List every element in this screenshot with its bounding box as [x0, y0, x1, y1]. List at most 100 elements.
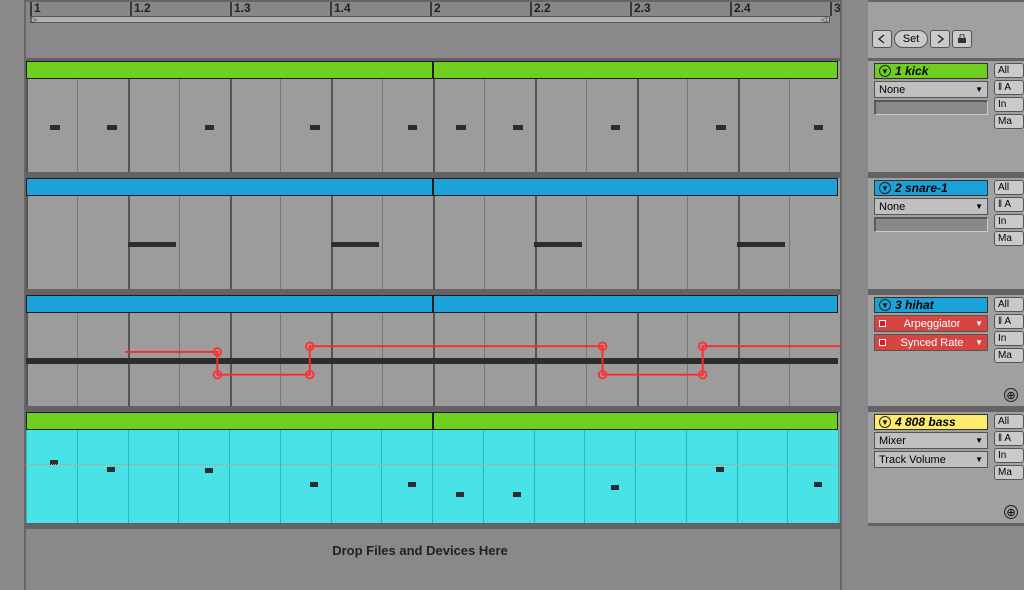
io-button-2[interactable]: In: [994, 97, 1024, 112]
midi-note[interactable]: [737, 242, 786, 247]
ruler-label: 2.3: [634, 1, 651, 15]
midi-note[interactable]: [716, 125, 726, 130]
io-button-0[interactable]: All: [994, 414, 1024, 429]
midi-note[interactable]: [814, 125, 824, 130]
io-button-3[interactable]: Ma: [994, 231, 1024, 246]
midi-note[interactable]: [716, 467, 724, 472]
track-panel-hihat: 3 hihat Arpeggiator ▼ Synced Rate▼ All ‖ A In M…: [868, 295, 1024, 406]
track-header-bass[interactable]: 4 808 bass: [874, 414, 988, 430]
ruler-tick: [430, 2, 432, 16]
midi-note[interactable]: [50, 125, 60, 130]
clip-bass[interactable]: [26, 412, 838, 430]
io-button-3[interactable]: Ma: [994, 114, 1024, 129]
io-button-0[interactable]: All: [994, 180, 1024, 195]
add-automation-lane-button[interactable]: ⊕: [1004, 388, 1018, 402]
param-value-box[interactable]: [874, 217, 988, 232]
lock-locators-button[interactable]: [952, 30, 972, 48]
midi-note[interactable]: [205, 468, 213, 473]
param-chooser-bass[interactable]: Track Volume▼: [874, 451, 988, 468]
midi-bar: [26, 358, 838, 364]
set-locator-button[interactable]: Set: [894, 30, 928, 48]
chevron-down-icon: ▼: [975, 455, 983, 464]
track-panel-bass: 4 808 bassMixer▼Track Volume▼All‖ AInMa⊕: [868, 412, 1024, 523]
midi-note[interactable]: [408, 125, 418, 130]
midi-note[interactable]: [107, 467, 115, 472]
io-button-2[interactable]: In: [994, 214, 1024, 229]
device-chooser-hihat[interactable]: Arpeggiator ▼: [874, 315, 988, 332]
io-button-3[interactable]: Ma: [994, 465, 1024, 480]
overview-scroll-left-icon[interactable]: ▷: [31, 17, 39, 22]
midi-note[interactable]: [456, 125, 466, 130]
arrangement-overview-scrollbar[interactable]: ▷ ◁: [30, 16, 830, 23]
midi-note[interactable]: [128, 242, 177, 247]
timeline-ruler[interactable]: 11.21.31.422.22.32.43: [0, 2, 868, 16]
midi-note[interactable]: [205, 125, 215, 130]
overview-scroll-right-icon[interactable]: ◁: [821, 17, 829, 22]
device-chooser-label: None: [879, 201, 905, 213]
midi-note[interactable]: [310, 125, 320, 130]
midi-note[interactable]: [331, 242, 380, 247]
ruler-label: 1.3: [234, 1, 251, 15]
ruler-label: 1: [34, 1, 41, 15]
io-button-2[interactable]: In: [994, 331, 1024, 346]
track-title-label: 4 808 bass: [895, 415, 956, 429]
io-button-1[interactable]: ‖ A: [994, 431, 1024, 446]
arrangement-tracks-area: 1 kickNone▼All‖ AInMa2 snare-1None▼All‖ …: [0, 58, 1024, 571]
clip-content-bass[interactable]: [26, 430, 838, 523]
clip-kick[interactable]: [26, 61, 838, 79]
chevron-down-icon: ▼: [975, 319, 983, 328]
midi-note[interactable]: [310, 482, 318, 487]
clip-hihat[interactable]: [26, 295, 838, 313]
ruler-label: 1.2: [134, 1, 151, 15]
midi-note[interactable]: [408, 482, 416, 487]
clip-snare[interactable]: [26, 178, 838, 196]
add-automation-lane-button[interactable]: ⊕: [1004, 505, 1018, 519]
track-title-label: 2 snare-1: [895, 181, 948, 195]
midi-note[interactable]: [456, 492, 464, 497]
chevron-down-icon: ▼: [975, 436, 983, 445]
track-title-label: 1 kick: [895, 64, 928, 78]
track-fold-toggle[interactable]: [879, 299, 891, 311]
midi-note[interactable]: [534, 242, 583, 247]
io-button-0[interactable]: All: [994, 297, 1024, 312]
arrow-right-icon: [935, 34, 945, 44]
param-value-box[interactable]: [874, 100, 988, 115]
ruler-label: 2: [434, 1, 441, 15]
track-panel-kick: 1 kick None▼ All ‖ A In Ma: [868, 61, 1024, 172]
track-fold-toggle[interactable]: [879, 416, 891, 428]
midi-note[interactable]: [814, 482, 822, 487]
ruler-tick: [630, 2, 632, 16]
device-chooser-bass[interactable]: Mixer ▼: [874, 432, 988, 449]
device-chooser-label: Mixer: [879, 435, 906, 447]
track-fold-toggle[interactable]: [879, 182, 891, 194]
midi-note[interactable]: [107, 125, 117, 130]
ruler-tick: [830, 2, 832, 16]
io-button-1[interactable]: ‖ A: [994, 80, 1024, 95]
automation-dotted-line: [26, 464, 838, 465]
prev-locator-button[interactable]: [872, 30, 892, 48]
track-header-kick[interactable]: 1 kick: [874, 63, 988, 79]
device-chooser-label: Arpeggiator: [904, 318, 961, 330]
arrangement-left-gutter: [0, 0, 26, 590]
io-button-1[interactable]: ‖ A: [994, 314, 1024, 329]
transport-set-bar: Set: [872, 30, 972, 48]
track-header-snare[interactable]: 2 snare-1: [874, 180, 988, 196]
io-button-2[interactable]: In: [994, 448, 1024, 463]
ruler-label: 2.2: [534, 1, 551, 15]
device-chooser-snare[interactable]: None▼: [874, 198, 988, 215]
param-chooser-label: Synced Rate: [901, 337, 964, 349]
midi-note[interactable]: [611, 125, 621, 130]
midi-note[interactable]: [513, 492, 521, 497]
io-button-3[interactable]: Ma: [994, 348, 1024, 363]
midi-note[interactable]: [513, 125, 523, 130]
param-chooser-hihat[interactable]: Synced Rate▼: [874, 334, 988, 351]
next-locator-button[interactable]: [930, 30, 950, 48]
track-header-hihat[interactable]: 3 hihat: [874, 297, 988, 313]
midi-note[interactable]: [611, 485, 619, 490]
device-chooser-kick[interactable]: None▼: [874, 81, 988, 98]
io-button-1[interactable]: ‖ A: [994, 197, 1024, 212]
io-button-0[interactable]: All: [994, 63, 1024, 78]
ruler-tick: [530, 2, 532, 16]
drop-files-zone[interactable]: Drop Files and Devices Here: [0, 526, 840, 571]
track-fold-toggle[interactable]: [879, 65, 891, 77]
